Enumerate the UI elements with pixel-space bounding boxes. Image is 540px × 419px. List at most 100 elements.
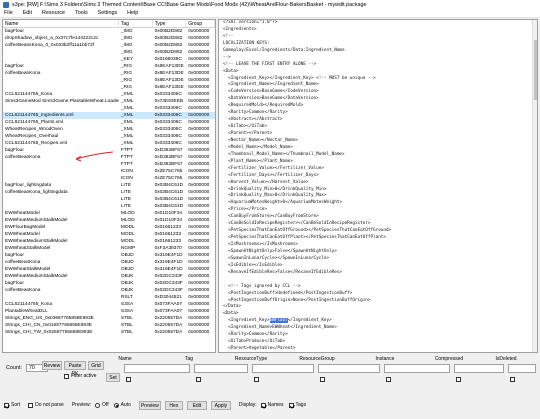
table-row[interactable]: LITE 0x03B4C61D 0x000000 [3, 203, 215, 210]
filter-active-checkbox[interactable]: Filter active [64, 373, 97, 379]
filter-active-box[interactable] [64, 373, 69, 379]
selected-text[interactable]: EWFlour [269, 318, 288, 324]
col-header-type[interactable]: Type [153, 20, 187, 27]
table-row[interactable]: Strings_CHI_TW_0x02687765858E893E STBL 0x2… [3, 329, 215, 336]
sort-checkbox[interactable]: Sort [4, 402, 20, 408]
table-row[interactable]: FTPT 0xD382BF57 0x000000 [3, 161, 215, 168]
table-row[interactable]: _IMG 0x00B2D882 0x000000 [3, 49, 215, 56]
window-title: s3pe: [RW] F:\Sims 3 Folders\Sims 3 Them… [12, 1, 367, 8]
table-row[interactable]: WheatRecipes_WoodOven _XML 0x0333406C 0x000… [3, 126, 215, 133]
menu-file[interactable]: File [4, 10, 13, 16]
menu-help[interactable]: Help [127, 10, 138, 16]
table-row[interactable]: coffeeBeanKona_lightingdata LITE 0x03B4C61… [3, 189, 215, 196]
menu-edit[interactable]: Edit [23, 10, 32, 16]
cell-tag: _IMG [120, 50, 133, 55]
table-row[interactable]: PlantableWheatDLL S3SA 0x073FAA07 0x000000 [3, 308, 215, 315]
names-checkbox[interactable]: Names [260, 402, 284, 408]
col-header-group[interactable]: Group [186, 20, 215, 27]
table-row[interactable]: dropShadow_object_a_0x37c7fe144222c2c _IM… [3, 35, 215, 42]
filter-instance-field[interactable] [384, 364, 450, 373]
col-header-tag[interactable]: Tag [119, 20, 153, 27]
table-row[interactable]: coffeeBeanKona _RIG 0x8EAF13DE 0x000000 [3, 70, 215, 77]
table-row[interactable]: coffeeBeanKona FTPT 0xD382BF57 0x000000 [3, 154, 215, 161]
table-row[interactable]: CCL621144765_Plants.xml _XML 0x0333406C 0x0… [3, 119, 215, 126]
filter-tag-check[interactable] [196, 377, 201, 382]
cell-tag: OBJD [120, 260, 134, 265]
names-box[interactable] [260, 402, 266, 408]
menu-settings[interactable]: Settings [98, 10, 117, 16]
preview-button[interactable]: Preview [138, 400, 161, 410]
xml-preview-pane[interactable]: <?xml version="1.0"?> <Ingredients> <!-- LO… [218, 19, 538, 353]
tags-box[interactable] [288, 402, 294, 408]
table-row[interactable]: bagFlour OBJD 0x319E4F1D 0x000000 [3, 252, 215, 259]
table-row[interactable]: EWWheatMediumStalkModel OBJK 0x02DC343F 0x0… [3, 273, 215, 280]
table-row[interactable]: bagFlour_lightingdata LITE 0x03B4C61D 0x000… [3, 182, 215, 189]
table-row[interactable]: EWWheatMediumStalkModel MLOD 0x01D10F34 0x0… [3, 217, 215, 224]
paste-rk-button[interactable]: Paste RK [64, 361, 86, 377]
table-row[interactable]: Sims3GameMod Sims3Game.PlantableWheat.Lo… [3, 98, 215, 105]
filter-resourcetype-check[interactable] [254, 377, 259, 382]
table-row[interactable]: CCL621144765_Kona S3SA 0x073FAA07 0x000000 [3, 301, 215, 308]
table-row[interactable]: coffeeBeanKona OBJK 0x02DC343F 0x000000 [3, 287, 215, 294]
grid-button[interactable]: Grid [88, 361, 104, 370]
table-row[interactable]: CCL621144765_Kona _XML 0x0333406C 0x000000 [3, 91, 215, 98]
filter-resourcegroup-field[interactable] [318, 364, 380, 373]
set-button[interactable]: Set [106, 373, 120, 382]
table-row[interactable]: coffeeBeansKona_0_0x033b2ff11a1bb72f _IMG… [3, 42, 215, 49]
table-row[interactable]: Strings_CHI_CN_0x01687765858E893E STBL 0x2… [3, 322, 215, 329]
preview-auto-radio[interactable]: Auto [113, 402, 131, 408]
table-row[interactable]: RSLT 0xD3044521 0x000000 [3, 294, 215, 301]
table-row[interactable]: bagFlour OBJK 0x02DC343F 0x000000 [3, 280, 215, 287]
filter-instance-check[interactable] [386, 377, 391, 382]
off-radio-dot[interactable] [95, 402, 100, 408]
do-not-parse-checkbox[interactable]: Do not parse [28, 402, 64, 408]
table-row[interactable]: EWWheatStalkModel OBJD 0x319E4F1D 0x000000 [3, 266, 215, 273]
xml-text[interactable]: <?xml version="1.0"?> <Ingredients> <!-- LO… [219, 20, 537, 352]
resource-list[interactable]: Name Tag Type Group bagFlour _IMG 0x00B2D8… [2, 19, 216, 353]
hex-button[interactable]: Hex [164, 400, 183, 410]
table-row[interactable]: LITE 0x03B4C61D 0x000000 [3, 196, 215, 203]
filter-tag-field[interactable] [194, 364, 248, 373]
table-row[interactable]: EWWheatModel MLOD 0x01D10F34 0x000000 [3, 210, 215, 217]
filter-compressed-field[interactable] [454, 364, 504, 373]
table-row[interactable]: _XML 0x0333406C 0x000000 [3, 105, 215, 112]
table-row[interactable]: CCL621144765_Recipes.xml _XML 0x0333406C 0x… [3, 140, 215, 147]
table-row[interactable]: WheatRecipes_Overhaul _XML 0x0333406C 0x000… [3, 133, 215, 140]
cell-tag: _XML [120, 134, 134, 139]
table-row[interactable]: ICON 0x2E75C765 0x000000 [3, 175, 215, 182]
tags-checkbox[interactable]: Tags [288, 402, 306, 408]
do-not-parse-box[interactable] [28, 402, 34, 408]
filter-resourcegroup-check[interactable] [320, 377, 325, 382]
table-row[interactable]: coffeeBeanKona OBJD 0x319E4F1D 0x000000 [3, 259, 215, 266]
table-row[interactable]: bagFlour FTPT 0xD382BF57 0x000000 [3, 147, 215, 154]
menu-resource[interactable]: Resource [42, 10, 65, 16]
filter-compressed-check[interactable] [456, 377, 461, 382]
table-row[interactable]: _RIG 0x8EAF13DE 0x000000 [3, 77, 215, 84]
table-row[interactable]: CCL621144765_Ingredients.xml _XML 0x033340… [3, 112, 215, 119]
review-button[interactable]: Review [42, 361, 62, 370]
apply-button[interactable]: Apply [210, 400, 231, 410]
table-row[interactable]: bagFlour _IMG 0x00B2D882 0x000000 [3, 28, 215, 35]
preview-off-radio[interactable]: Off [95, 402, 109, 408]
table-row[interactable]: EWWheatMediumStalkModel MODL 0x01661233 0x0… [3, 238, 215, 245]
col-header-name[interactable]: Name [3, 20, 119, 27]
table-row[interactable]: ICON 0x2E75C765 0x000000 [3, 168, 215, 175]
menu-tools[interactable]: Tools [75, 10, 88, 16]
filter-resourcetype-field[interactable] [252, 364, 314, 373]
edit-button[interactable]: Edit [186, 400, 207, 410]
table-row[interactable]: Strings_ENG_US_0x03687765858E893E STBL 0x2… [3, 315, 215, 322]
sort-box[interactable] [4, 402, 9, 408]
filter-isdeleted-check[interactable] [510, 377, 515, 382]
filter-name-field[interactable] [124, 364, 190, 373]
table-row[interactable]: bagFlour _RIG 0x8EAF13DE 0x000000 [3, 63, 215, 70]
vertical-scrollbar[interactable] [532, 20, 537, 352]
auto-radio-dot[interactable] [113, 402, 119, 408]
filter-name-check[interactable] [126, 377, 131, 382]
table-row[interactable]: _KEY 0x0166038C 0x000000 [3, 56, 215, 63]
table-row[interactable]: EWFlourBagModel MODL 0x01661233 0x000000 [3, 224, 215, 231]
table-row[interactable]: EWWheatModel MODL 0x01661233 0x000000 [3, 231, 215, 238]
table-row[interactable]: EWWheatStalkModel NGMP 0xF3A38370 0x000000 [3, 245, 215, 252]
scrollbar-thumb[interactable] [534, 40, 537, 100]
table-row[interactable]: _RIG 0x8EAF13DE 0x000000 [3, 84, 215, 91]
filter-isdeleted-field[interactable] [508, 364, 536, 373]
